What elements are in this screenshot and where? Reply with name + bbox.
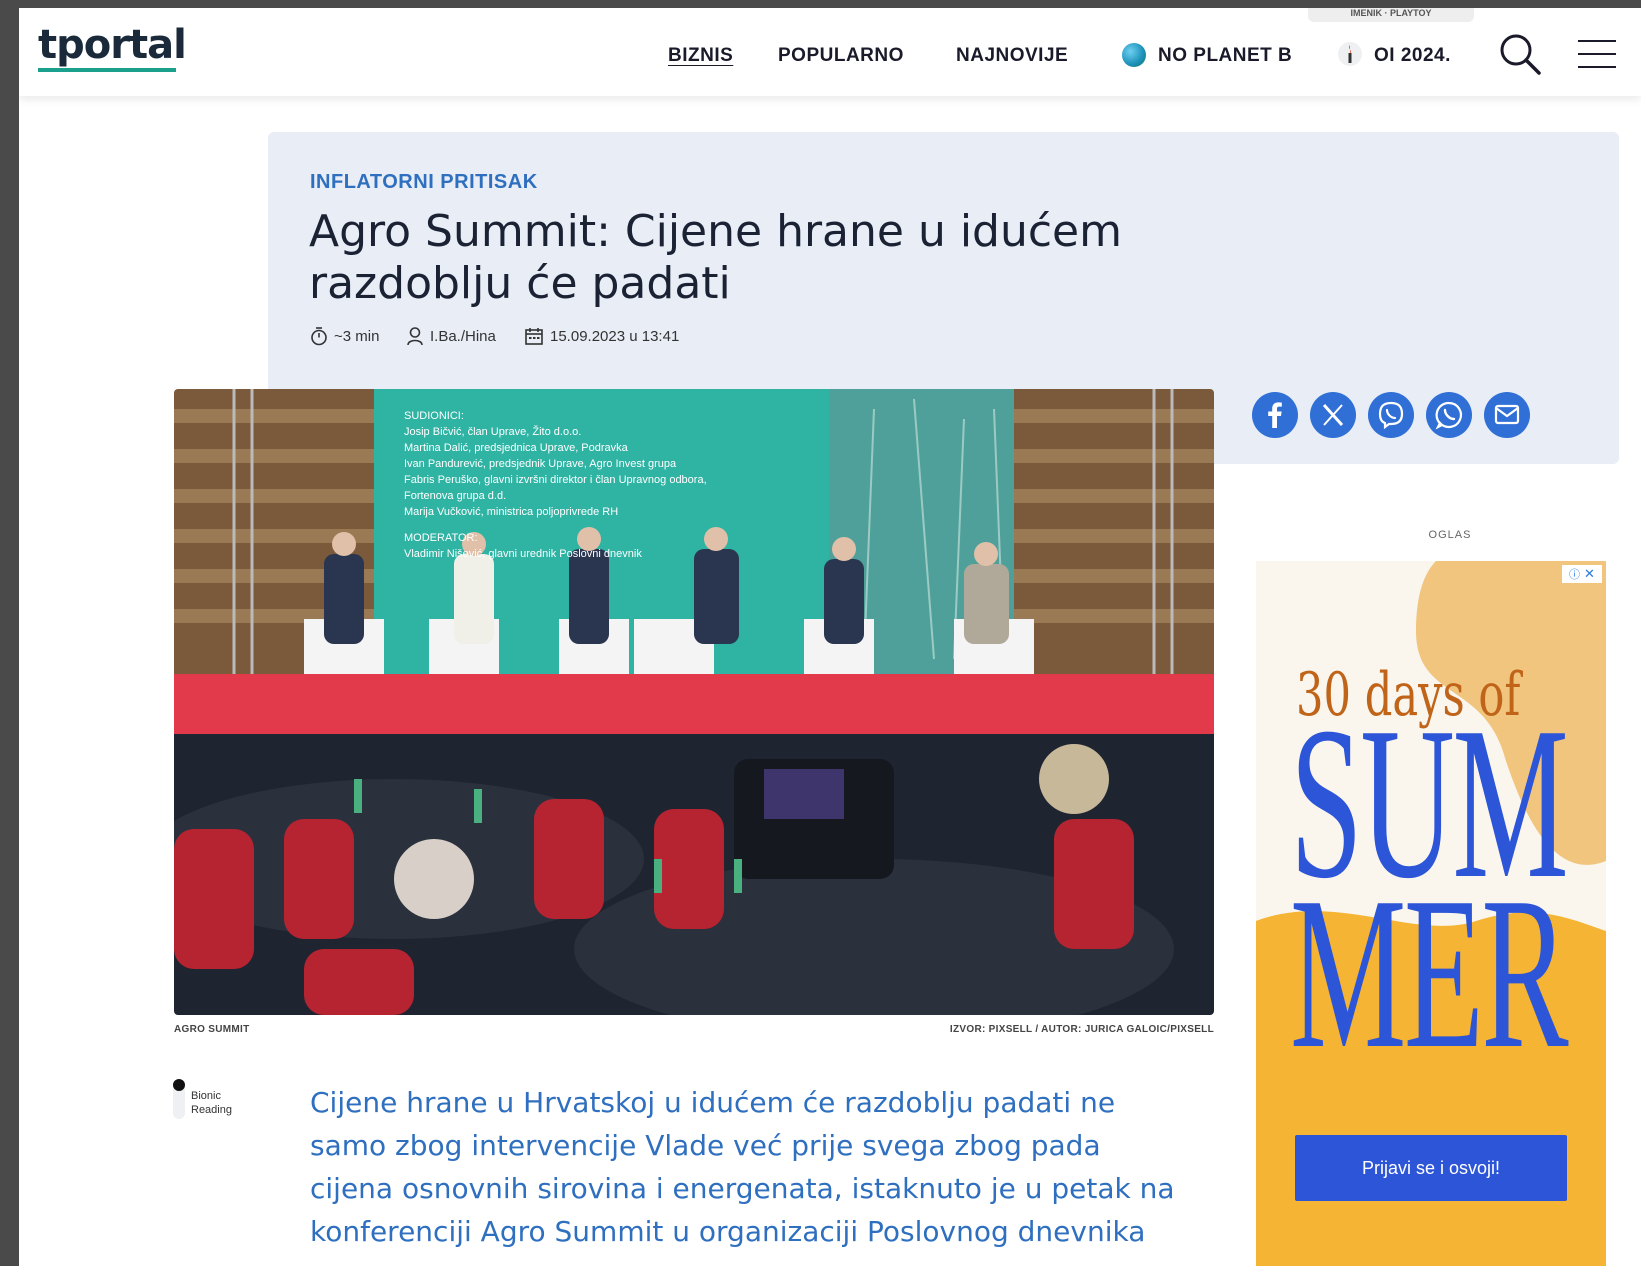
screen-line-2: Martina Dalić, predsjednica Uprave, Podr… <box>404 442 629 454</box>
screen-line-1: Josip Bičvić, član Uprave, Žito d.o.o. <box>404 425 581 438</box>
olympic-torch-icon <box>1338 42 1362 66</box>
screen-line-moderator: Vladimir Nišević, glavni urednik Poslovn… <box>404 548 642 560</box>
facebook-icon <box>1268 402 1282 428</box>
ad-label: OGLAS <box>1428 529 1472 541</box>
read-time: ~3 min <box>310 326 379 346</box>
article-lead: Cijene hrane u Hrvatskoj u idućem će raz… <box>310 1086 1175 1248</box>
page: tportal IMENIK · PLAYTOY BIZNIS POPULARN… <box>19 8 1641 1266</box>
ad-close-icon[interactable]: ✕ <box>1584 567 1595 582</box>
search-icon[interactable] <box>1496 30 1544 78</box>
bionic-toggle-knob <box>173 1079 185 1091</box>
ad-choices[interactable]: ⓘ ✕ <box>1562 565 1602 583</box>
publish-date: 15.09.2023 u 13:41 <box>524 326 679 346</box>
read-time-text: ~3 min <box>334 327 380 345</box>
screen-line-moderator-header: MODERATOR: <box>404 532 478 544</box>
screen-line-4b: Fortenova grupa d.d. <box>404 490 506 502</box>
screen-line-header: SUDIONICI: <box>404 410 464 422</box>
share-facebook-button[interactable] <box>1252 392 1298 438</box>
share-email-button[interactable] <box>1484 392 1530 438</box>
email-icon <box>1494 404 1520 425</box>
user-icon <box>407 327 423 346</box>
screen-line-5: Marija Vučković, ministrica poljoprivred… <box>404 506 618 518</box>
nav-popularno[interactable]: POPULARNO <box>778 45 904 67</box>
top-links[interactable]: IMENIK · PLAYTOY <box>1308 8 1474 22</box>
bionic-label-line2: Reading <box>191 1104 232 1116</box>
site-logo[interactable]: tportal <box>38 22 187 68</box>
nav-no-planet-b[interactable]: NO PLANET B <box>1158 45 1292 67</box>
logo-underline <box>38 68 176 72</box>
author-name[interactable]: I.Ba./Hina <box>430 328 496 345</box>
ad-info-icon[interactable]: ⓘ <box>1569 566 1580 582</box>
viber-icon <box>1378 401 1404 430</box>
screen-line-4: Fabris Peruško, glavni izvršni direktor … <box>404 474 707 486</box>
nav-najnovije[interactable]: NAJNOVIJE <box>956 45 1068 67</box>
whatsapp-icon <box>1435 401 1463 430</box>
share-viber-button[interactable] <box>1368 392 1414 438</box>
photo-caption: AGRO SUMMIT <box>174 1024 250 1035</box>
nav-oi-2024[interactable]: OI 2024. <box>1374 45 1451 67</box>
advertisement[interactable]: ⓘ ✕ 30 days of SUM MER Prijavi se i osvo… <box>1256 561 1606 1266</box>
ad-headline-mer: MER <box>1290 853 1569 1094</box>
ad-cta-button[interactable]: Prijavi se i osvoji! <box>1295 1135 1567 1201</box>
bionic-label: Bionic Reading <box>191 1089 232 1117</box>
globe-icon <box>1122 43 1146 67</box>
nav-biznis[interactable]: BIZNIS <box>668 45 733 67</box>
calendar-icon <box>525 328 543 345</box>
article-headline: Agro Summit: Cijene hrane u idućem razdo… <box>309 206 1122 309</box>
site-header: tportal IMENIK · PLAYTOY BIZNIS POPULARN… <box>19 8 1641 96</box>
author: I.Ba./Hina <box>406 326 496 346</box>
share-x-button[interactable] <box>1310 392 1356 438</box>
bionic-label-line1: Bionic <box>191 1090 221 1102</box>
photo-credit: IZVOR: PIXSELL / AUTOR: JURICA GALOIC/PI… <box>949 1024 1214 1035</box>
publish-date-text: 15.09.2023 u 13:41 <box>550 327 680 345</box>
article-photo[interactable]: SUDIONICI: Josip Bičvić, član Uprave, Ži… <box>174 389 1214 1015</box>
hamburger-menu-icon[interactable] <box>1576 33 1618 75</box>
screen-line-3: Ivan Pandurević, predsjednik Uprave, Agr… <box>404 458 677 470</box>
stopwatch-icon <box>311 327 327 346</box>
article-kicker[interactable]: INFLATORNI PRITISAK <box>310 171 538 194</box>
share-whatsapp-button[interactable] <box>1426 392 1472 438</box>
x-icon <box>1322 403 1344 427</box>
